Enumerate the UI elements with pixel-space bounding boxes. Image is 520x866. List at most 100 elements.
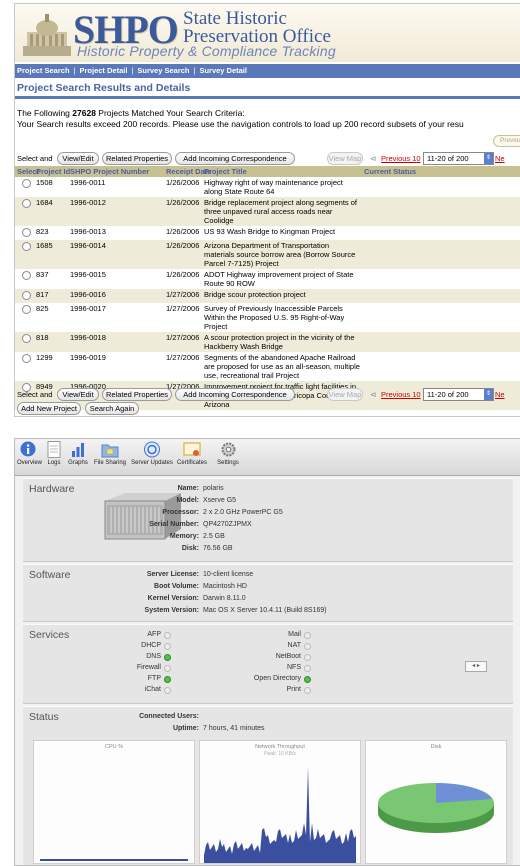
nav-separator: | bbox=[131, 66, 134, 75]
project-title-cell: Survey of Previously Inaccessible Parcel… bbox=[204, 304, 345, 331]
previous-10-link[interactable]: Previous 10 bbox=[381, 154, 421, 163]
row-select-radio[interactable] bbox=[22, 271, 31, 280]
column-header[interactable]: Project Id bbox=[34, 166, 70, 177]
service-row[interactable]: NFS bbox=[23, 664, 313, 674]
toolbar-settings[interactable]: Settings bbox=[215, 441, 241, 466]
row-select-radio[interactable] bbox=[22, 291, 31, 300]
bar-graph-icon bbox=[72, 443, 84, 457]
receipt-date-cell: 1/27/2006 bbox=[164, 289, 202, 303]
table-row[interactable]: 818 1996-0018 1/27/2006 A scour protection … bbox=[15, 332, 520, 352]
network-graph-peak: Peak: 10 KB/s bbox=[264, 751, 296, 757]
receipt-date-cell: 1/26/2006 bbox=[166, 178, 200, 187]
row-select-radio[interactable] bbox=[22, 354, 31, 363]
view-edit-button[interactable]: View/Edit bbox=[57, 152, 99, 165]
table-row[interactable]: 825 1996-0017 1/27/2006 Survey of Previousl… bbox=[15, 303, 520, 332]
info-label: Name: bbox=[177, 485, 199, 492]
service-row[interactable]: Open Directory bbox=[23, 675, 313, 685]
certificate-icon bbox=[183, 442, 201, 456]
service-stopped-indicator-icon bbox=[304, 632, 311, 639]
add-new-project-button[interactable]: Add New Project bbox=[17, 402, 81, 415]
column-header[interactable]: Receipt Date bbox=[164, 166, 211, 177]
info-row: Disk: 76.56 GB bbox=[23, 545, 233, 555]
uptime-row: Uptime: 7 hours, 41 minutes bbox=[23, 725, 265, 735]
related-properties-button[interactable]: Related Properties bbox=[102, 152, 172, 165]
toolbar-label: Graphs bbox=[68, 460, 88, 466]
receipt-date-cell: 1/26/2006 bbox=[164, 240, 202, 269]
page-range-value: 11-20 of 200 bbox=[427, 154, 469, 163]
table-row[interactable]: 817 1996-0016 1/27/2006 Bridge scour protec… bbox=[15, 289, 520, 303]
row-select-radio[interactable] bbox=[22, 305, 31, 314]
search-again-button[interactable]: Search Again bbox=[85, 402, 139, 415]
results-table: Select Project Id SHPO Project Number Recei… bbox=[15, 166, 520, 410]
table-row[interactable]: 1508 1996-0011 1/26/2006 Highway right of w… bbox=[15, 177, 520, 197]
service-row[interactable]: NAT bbox=[23, 642, 313, 652]
table-row[interactable]: 823 1996-0013 1/26/2006 US 93 Wash Bridge t… bbox=[15, 226, 520, 240]
toolbar-graphs[interactable]: Graphs bbox=[67, 441, 89, 466]
service-row[interactable]: NetBoot bbox=[23, 653, 313, 663]
toolbar-overview[interactable]: Overview bbox=[17, 441, 42, 466]
receipt-date-cell: 1/27/2006 bbox=[166, 353, 200, 362]
network-throughput-area bbox=[204, 767, 356, 863]
info-value: 2.5 GB bbox=[203, 533, 225, 540]
project-id-cell: 837 bbox=[36, 270, 49, 279]
select-cell bbox=[15, 332, 34, 352]
add-incoming-correspondence-button[interactable]: Add Incoming Correspondence bbox=[175, 152, 295, 165]
project-title-cell: A scour protection project in the vicini… bbox=[202, 332, 362, 352]
services-pager[interactable]: ◂ ▸ bbox=[465, 661, 487, 672]
column-header[interactable]: Project Title bbox=[202, 166, 362, 177]
toolbar-certificates[interactable]: Certificates bbox=[175, 441, 209, 466]
column-header[interactable]: SHPO Project Number bbox=[68, 166, 164, 177]
previous-200-button[interactable]: Previous 200 bbox=[493, 135, 520, 147]
toolbar-file-sharing[interactable]: File Sharing bbox=[91, 441, 129, 466]
column-header[interactable]: Current Status bbox=[362, 166, 520, 177]
service-row[interactable]: Print bbox=[23, 686, 313, 696]
network-graph-plot bbox=[204, 767, 356, 863]
toolbar-logs[interactable]: Logs bbox=[45, 441, 63, 466]
info-value: 10-client license bbox=[203, 571, 254, 578]
nav-survey-detail[interactable]: Survey Detail bbox=[199, 66, 247, 75]
info-label: Serial Number: bbox=[149, 521, 199, 528]
info-value: polaris bbox=[203, 485, 224, 492]
related-properties-button[interactable]: Related Properties bbox=[102, 388, 172, 401]
gear-icon bbox=[221, 442, 235, 457]
main-nav: Project Search | Project Detail | Survey Sea… bbox=[15, 64, 520, 78]
nav-survey-search[interactable]: Survey Search bbox=[137, 66, 189, 75]
view-map-button[interactable]: View Map bbox=[327, 152, 363, 165]
toolbar-server-updates[interactable]: Server Updates bbox=[131, 441, 173, 466]
project-id-cell: 1299 bbox=[36, 353, 53, 362]
page-title: Project Search Results and Details bbox=[17, 82, 191, 94]
row-select-radio[interactable] bbox=[22, 179, 31, 188]
previous-10-link[interactable]: Previous 10 bbox=[381, 390, 421, 399]
add-incoming-correspondence-button[interactable]: Add Incoming Correspondence bbox=[175, 388, 295, 401]
table-row[interactable]: 1299 1996-0019 1/27/2006 Segments of the ab… bbox=[15, 352, 520, 381]
row-select-radio[interactable] bbox=[22, 242, 31, 251]
table-row[interactable]: 1685 1996-0014 1/26/2006 Arizona Department… bbox=[15, 240, 520, 269]
service-name: NFS bbox=[287, 664, 301, 671]
info-row: Processor: 2 x 2.0 GHz PowerPC G5 bbox=[23, 509, 282, 519]
toolbar-label: Certificates bbox=[176, 460, 207, 466]
view-map-button[interactable]: View Map bbox=[327, 388, 363, 401]
app-subtitle: Historic Property & Compliance Tracking bbox=[77, 43, 336, 59]
row-select-radio[interactable] bbox=[22, 199, 31, 208]
column-header[interactable]: Select bbox=[15, 166, 39, 177]
view-edit-button[interactable]: View/Edit bbox=[57, 388, 99, 401]
shared-folder-icon bbox=[101, 444, 119, 458]
select-and-label: Select and bbox=[17, 390, 53, 399]
service-row[interactable]: Mail bbox=[23, 631, 313, 641]
page-range-select[interactable]: 11-20 of 200 ⇕ bbox=[423, 388, 494, 401]
info-icon bbox=[20, 441, 36, 457]
next-link[interactable]: Ne bbox=[495, 390, 505, 399]
page-range-select[interactable]: 11-20 of 200 ⇕ bbox=[423, 152, 494, 165]
nav-project-search[interactable]: Project Search bbox=[17, 66, 70, 75]
toolbar-label: Server Updates bbox=[131, 460, 173, 466]
results-toolbar-top: Select and View/Edit Related Properties … bbox=[15, 152, 520, 166]
row-select-radio[interactable] bbox=[22, 334, 31, 343]
nav-project-detail[interactable]: Project Detail bbox=[79, 66, 127, 75]
next-link[interactable]: Ne bbox=[495, 154, 505, 163]
receipt-date-cell: 1/27/2006 bbox=[164, 332, 202, 352]
row-select-radio[interactable] bbox=[22, 228, 31, 237]
table-row[interactable]: 837 1996-0015 1/26/2006 ADOT Highway improv… bbox=[15, 269, 520, 289]
table-row[interactable]: 1684 1996-0012 1/26/2006 Bridge replacement… bbox=[15, 197, 520, 226]
project-id-cell: 1508 bbox=[36, 178, 53, 187]
page-range-value: 11-20 of 200 bbox=[427, 390, 469, 399]
